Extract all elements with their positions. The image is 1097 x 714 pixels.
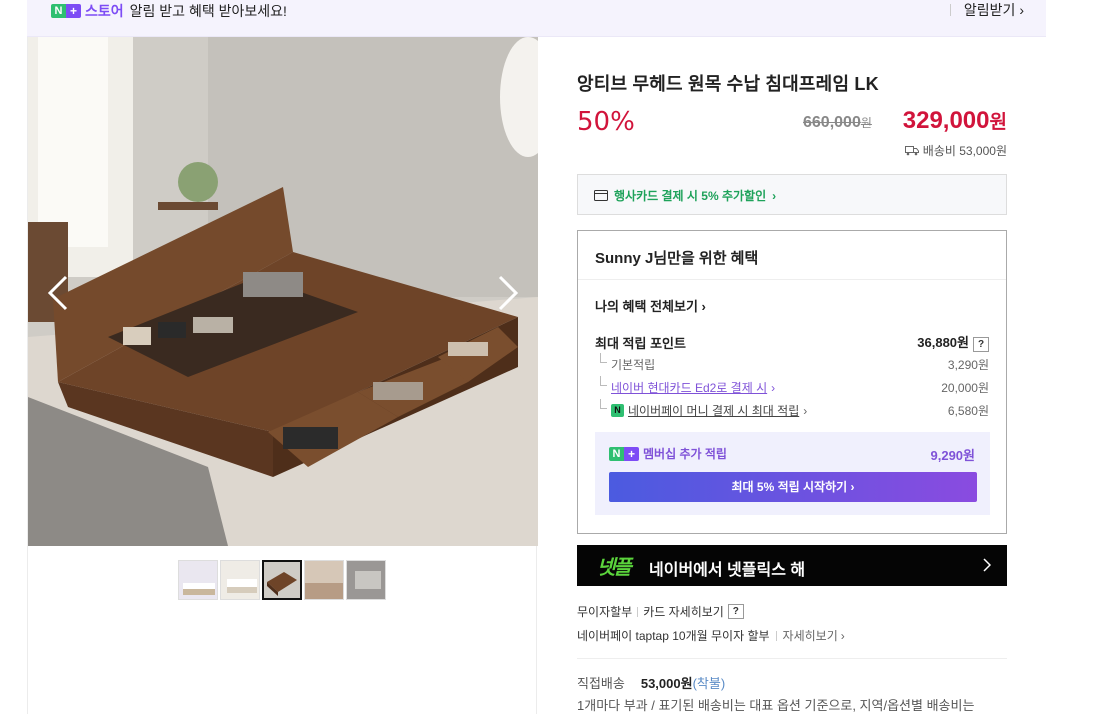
original-price: 660,000원 (803, 114, 872, 132)
sale-price-value: 329,000 (902, 107, 990, 134)
main-product-image (28, 37, 538, 546)
max-points-value: 36,880원 (917, 335, 969, 350)
taptap-text: 네이버페이 taptap 10개월 무이자 할부 (577, 629, 770, 643)
shipping-fee-text: 배송비 53,000원 (922, 144, 1007, 158)
netflix-promo-logo: 넷플 (597, 551, 632, 580)
alert-button[interactable]: 알림받기 › (949, 0, 1024, 20)
product-page: N + 스토어 알림 받고 혜택 받아보세요! 알림받기 › 앙티브 무헤드 원… (0, 0, 1097, 714)
benefit-panel: Sunny J님만을 위한 혜택 나의 혜택 전체보기 › 최대 적립 포인트 … (577, 230, 1007, 534)
chevron-left-icon[interactable] (44, 273, 70, 313)
view-all-label: 나의 혜택 전체보기 (595, 299, 698, 314)
original-price-unit: 원 (860, 116, 872, 130)
card-discount-banner[interactable]: 행사카드 결제 시 5% 추가할인 › (577, 174, 1007, 215)
npay-money-link[interactable]: 네이버페이 머니 결제 시 최대 적립 (628, 402, 799, 419)
plus-icon: + (624, 446, 639, 461)
start-membership-label: 최대 5% 적립 시작하기 (731, 480, 848, 494)
alert-label: 알림받기 (963, 2, 1016, 18)
banner-text: 네이버에서 넷플릭스 해 (649, 562, 806, 579)
npay-money-value: 6,580원 (947, 404, 989, 418)
basic-points-label: 기본적립 (595, 353, 655, 373)
naver-plus-store-badge: N + 스토어 알림 받고 혜택 받아보세요! (51, 1, 287, 21)
chevron-right-icon: › (850, 480, 855, 494)
n-logo-icon: N (609, 446, 624, 461)
original-price-value: 660,000 (803, 114, 861, 131)
chevron-right-icon: › (771, 380, 776, 395)
store-label: 스토어 (85, 3, 124, 19)
start-membership-button[interactable]: 최대 5% 적립 시작하기 › (609, 472, 977, 502)
divider (637, 606, 639, 617)
n-logo-icon: N (51, 4, 66, 18)
chevron-right-icon: › (803, 403, 808, 418)
thumbnail[interactable] (304, 560, 344, 600)
netflix-banner[interactable]: 넷플 네이버에서 넷플릭스 해 (577, 545, 1007, 586)
credit-card-icon (594, 190, 608, 201)
sale-price: 329,000원 (903, 107, 1007, 135)
truck-icon (904, 146, 919, 156)
installment-label: 무이자할부 (577, 605, 633, 619)
section-divider (577, 658, 1007, 659)
logo-text: 넷플 (597, 557, 632, 579)
discount-rate: 50% (577, 107, 635, 137)
card-discount-text: 행사카드 결제 시 5% 추가할인 (614, 189, 767, 203)
hyundai-card-link[interactable]: 네이버 현대카드 Ed2로 결제 시 (611, 379, 767, 396)
shipping-fee: 배송비 53,000원 (904, 142, 1007, 159)
thumbnail[interactable] (178, 560, 218, 600)
product-title: 앙티브 무헤드 원목 수납 침대프레임 LK (577, 74, 879, 94)
notification-message: 알림 받고 혜택 받아보세요! (129, 3, 287, 19)
chevron-right-icon: › (701, 299, 706, 314)
thumbnail[interactable] (220, 560, 260, 600)
thumbnail-selected[interactable] (262, 560, 302, 600)
max-points-row: 최대 적립 포인트 36,880원? (595, 332, 989, 352)
help-icon[interactable]: ? (727, 604, 744, 619)
divider (775, 630, 777, 641)
max-points-label: 최대 적립 포인트 (595, 335, 686, 351)
delivery-note: 1개마다 부과 / 표기된 배송비는 대표 옵션 기준으로, 지역/옵션별 배송… (577, 698, 975, 713)
benefit-title: Sunny J님만을 위한 혜택 (578, 231, 1006, 280)
hyundai-card-row: 네이버 현대카드 Ed2로 결제 시 › 20,000원 (595, 376, 989, 396)
chevron-right-icon: › (840, 628, 845, 643)
delivery-row: 직접배송 53,000원 (착불) (577, 673, 725, 692)
installment-row: 무이자할부 카드 자세히보기 ? (577, 603, 744, 620)
divider (949, 4, 951, 16)
chevron-right-icon: › (772, 188, 777, 203)
delivery-label: 직접배송 (577, 676, 625, 691)
plus-icon: + (66, 4, 81, 18)
thumbnail-strip (178, 560, 386, 600)
thumbnail[interactable] (346, 560, 386, 600)
chevron-right-icon[interactable] (496, 273, 522, 313)
basic-points-value: 3,290원 (947, 358, 989, 372)
product-gallery (27, 37, 538, 714)
detail-link[interactable]: 자세히보기 (783, 627, 838, 644)
taptap-row: 네이버페이 taptap 10개월 무이자 할부 자세히보기 › (577, 627, 845, 644)
card-detail-link[interactable]: 카드 자세히보기 (643, 603, 724, 620)
chevron-right-icon: › (1019, 2, 1024, 18)
view-all-benefits-link[interactable]: 나의 혜택 전체보기 › (595, 296, 706, 315)
sale-price-unit: 원 (989, 112, 1007, 133)
hyundai-card-value: 20,000원 (941, 381, 989, 395)
notification-bar: N + 스토어 알림 받고 혜택 받아보세요! 알림받기 › (27, 0, 1046, 37)
chevron-right-icon (983, 558, 991, 572)
npay-icon: N (611, 404, 624, 417)
delivery-type: (착불) (692, 676, 726, 691)
delivery-fee: 53,000원 (640, 676, 693, 691)
basic-points-row: 기본적립 3,290원 (595, 353, 989, 373)
help-icon[interactable]: ? (973, 337, 989, 352)
membership-value: 9,290원 (930, 448, 976, 463)
npay-money-row: N 네이버페이 머니 결제 시 최대 적립 › 6,580원 (595, 399, 989, 419)
membership-label: 멤버십 추가 적립 (643, 447, 727, 461)
membership-box: N + 멤버십 추가 적립 9,290원 최대 5% 적립 시작하기 › (595, 432, 990, 515)
